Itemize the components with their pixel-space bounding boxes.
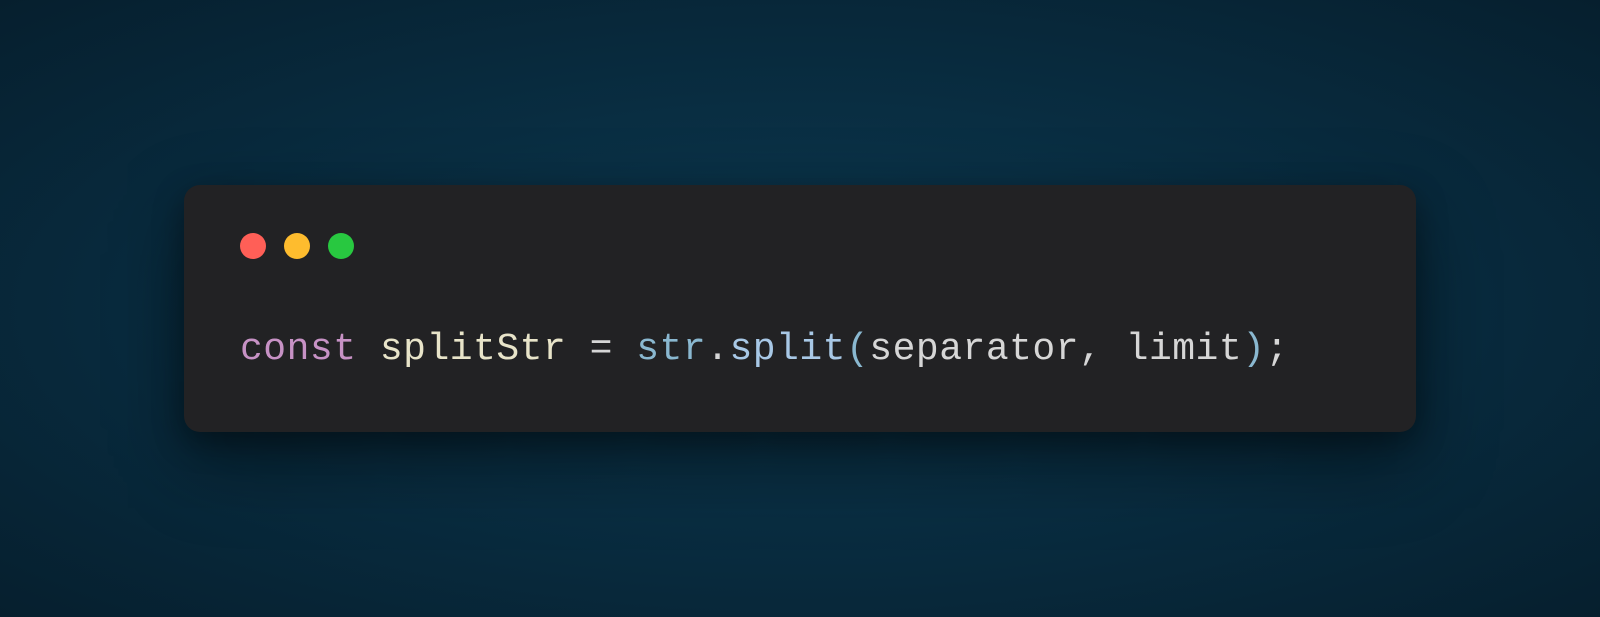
- code-line: const splitStr = str.split(separator, li…: [240, 323, 1360, 376]
- token-paren-open: (: [846, 328, 869, 371]
- maximize-icon[interactable]: [328, 233, 354, 259]
- token-comma: ,: [1079, 328, 1126, 371]
- token-space: [566, 328, 589, 371]
- token-semicolon: ;: [1265, 328, 1288, 371]
- token-method-split: split: [729, 328, 846, 371]
- token-keyword-const: const: [240, 328, 357, 371]
- token-param-limit: limit: [1126, 328, 1243, 371]
- token-paren-close: ): [1242, 328, 1265, 371]
- token-operator-assign: =: [590, 328, 613, 371]
- close-icon[interactable]: [240, 233, 266, 259]
- token-dot: .: [706, 328, 729, 371]
- token-object-str: str: [636, 328, 706, 371]
- code-window: const splitStr = str.split(separator, li…: [184, 185, 1416, 432]
- minimize-icon[interactable]: [284, 233, 310, 259]
- token-space: [613, 328, 636, 371]
- token-variable-splitstr: splitStr: [380, 328, 566, 371]
- window-controls: [240, 233, 1360, 259]
- token-param-separator: separator: [869, 328, 1079, 371]
- token-space: [357, 328, 380, 371]
